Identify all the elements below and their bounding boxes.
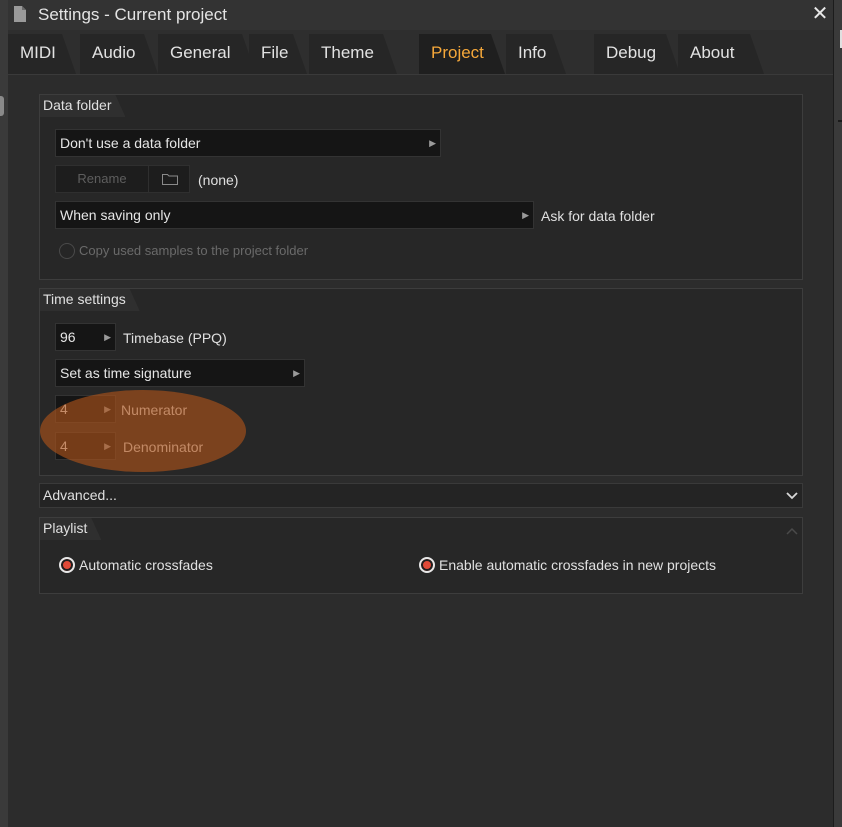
dropdown-value: Set as time signature [60, 365, 192, 381]
automatic-crossfades-radio[interactable] [59, 557, 75, 573]
edge-marker [838, 120, 842, 122]
denominator-dropdown[interactable]: 4 ▶ [55, 432, 116, 460]
copy-samples-radio[interactable] [59, 243, 75, 259]
new-project-crossfades-radio[interactable] [419, 557, 435, 573]
new-project-crossfades-label: Enable automatic crossfades in new proje… [439, 557, 717, 573]
data-folder-mode-dropdown[interactable]: Don't use a data folder ▶ [55, 129, 441, 157]
tab-audio[interactable]: Audio [80, 34, 158, 74]
data-folder-group: Data folder Don't use a data folder ▶ Re… [39, 94, 803, 280]
triangle-right-icon: ▶ [104, 404, 111, 414]
playlist-group: Playlist Automatic crossfades Enable aut… [39, 517, 803, 594]
tab-about[interactable]: About [678, 34, 764, 74]
triangle-right-icon: ▶ [104, 332, 111, 342]
tab-debug[interactable]: Debug [594, 34, 680, 74]
triangle-right-icon: ▶ [429, 138, 436, 148]
copy-samples-label: Copy used samples to the project folder [79, 243, 309, 258]
window-title: Settings - Current project [38, 5, 227, 24]
folder-path-value: (none) [198, 172, 239, 188]
numerator-label: Numerator [121, 402, 188, 418]
automatic-crossfades-label: Automatic crossfades [79, 557, 213, 573]
timebase-label: Timebase (PPQ) [123, 330, 227, 346]
tab-general[interactable]: General [158, 34, 256, 74]
group-title: Time settings [40, 289, 140, 311]
dropdown-value: When saving only [60, 207, 171, 223]
triangle-right-icon: ▶ [522, 210, 529, 220]
triangle-right-icon: ▶ [293, 368, 300, 378]
ask-data-folder-label: Ask for data folder [541, 208, 655, 224]
title-bar: Settings - Current project ✕ [8, 0, 833, 30]
settings-content: Data folder Don't use a data folder ▶ Re… [8, 75, 833, 827]
group-title: Data folder [40, 95, 125, 117]
tab-file[interactable]: File [249, 34, 307, 74]
advanced-label: Advanced... [43, 487, 117, 503]
time-settings-group: Time settings 96 ▶ Timebase (PPQ) Set as… [39, 288, 803, 476]
tab-midi[interactable]: MIDI [8, 34, 76, 74]
chevron-up-icon[interactable] [786, 527, 798, 535]
chevron-down-icon [786, 492, 798, 500]
tab-bar: MIDI Audio General File Theme Project In… [8, 34, 833, 74]
close-button[interactable]: ✕ [808, 2, 832, 26]
dropdown-value: Don't use a data folder [60, 135, 201, 151]
edge-handle [0, 96, 4, 116]
document-icon [14, 6, 26, 22]
tab-info[interactable]: Info [506, 34, 566, 74]
dropdown-value: 4 [60, 401, 68, 417]
browse-folder-button[interactable] [148, 165, 190, 193]
advanced-section-toggle[interactable]: Advanced... [39, 483, 803, 508]
denominator-label: Denominator [123, 439, 204, 455]
numerator-dropdown[interactable]: 4 ▶ [55, 395, 116, 423]
timebase-dropdown[interactable]: 96 ▶ [55, 323, 116, 351]
folder-icon [162, 174, 178, 185]
group-title: Playlist [40, 518, 101, 540]
tab-theme[interactable]: Theme [309, 34, 397, 74]
rename-button[interactable]: Rename [55, 165, 149, 193]
when-saving-dropdown[interactable]: When saving only ▶ [55, 201, 534, 229]
tab-project[interactable]: Project [419, 34, 505, 74]
triangle-right-icon: ▶ [104, 441, 111, 451]
settings-window: Settings - Current project ✕ MIDI Audio … [8, 0, 833, 827]
right-edge [833, 0, 842, 827]
dropdown-value: 96 [60, 329, 76, 345]
dropdown-value: 4 [60, 438, 68, 454]
time-signature-dropdown[interactable]: Set as time signature ▶ [55, 359, 305, 387]
